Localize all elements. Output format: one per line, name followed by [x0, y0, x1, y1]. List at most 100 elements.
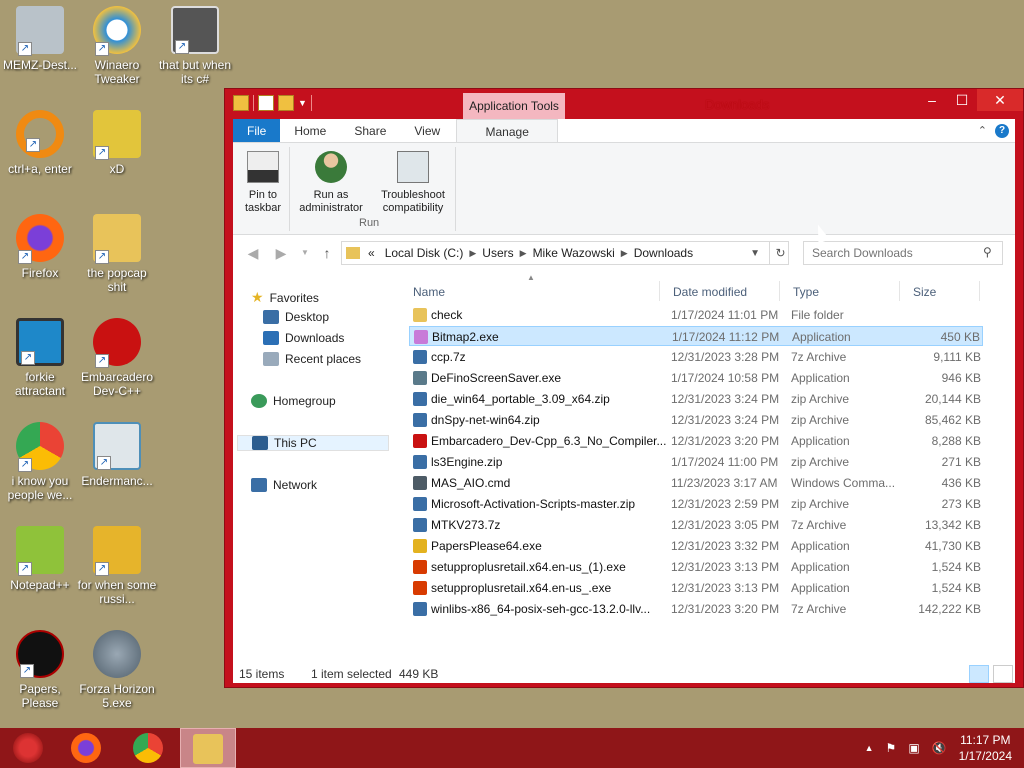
tab-home[interactable]: Home [280, 119, 340, 142]
customize-toolbar-icon[interactable]: ▼ [298, 98, 307, 108]
file-date: 12/31/2023 3:13 PM [671, 560, 780, 574]
file-type: Application [791, 371, 850, 385]
recent-locations-icon[interactable]: ▼ [295, 243, 315, 263]
breadcrumb-user[interactable]: Mike Wazowski [527, 246, 621, 260]
desktop-icon-hxd[interactable]: ↗ xD [77, 110, 157, 176]
show-hidden-icons-icon[interactable]: ▲ [865, 743, 874, 753]
desktop-icon-forkie[interactable]: ↗ forkie attractant [0, 318, 80, 398]
file-size: 41,730 KB [924, 539, 981, 553]
back-button[interactable]: ◀ [243, 243, 263, 263]
desktop-icon-forza[interactable]: Forza Horizon 5.exe [77, 630, 157, 710]
chevron-down-icon[interactable]: ▼ [750, 248, 760, 259]
desktop-icon-firefox[interactable]: ↗ Firefox [0, 214, 80, 280]
file-row[interactable]: Embarcadero_Dev-Cpp_6.3_No_Compiler... 12… [409, 431, 983, 451]
file-row[interactable]: MTKV273.7z 12/31/2023 3:05 PM 7z Archive 13… [409, 515, 983, 535]
file-row[interactable]: Microsoft-Activation-Scripts-master.zip 1… [409, 494, 983, 514]
file-row[interactable]: ccp.7z 12/31/2023 3:28 PM 7z Archive 9,111 … [409, 347, 983, 367]
tab-view[interactable]: View [400, 119, 454, 142]
help-icon[interactable]: ? [995, 123, 1009, 138]
nav-this-pc[interactable]: This PC [237, 435, 389, 451]
pin-to-taskbar-button[interactable]: Pin to taskbar [239, 151, 287, 215]
new-folder-icon[interactable] [278, 95, 294, 111]
run-as-admin-button[interactable]: Run as administrator [291, 151, 371, 215]
system-tray: ▲ ⚑ ▣ 🔇 11:17 PM 1/17/2024 [865, 728, 1024, 768]
address-bar[interactable]: « Local Disk (C:) ▶ Users ▶ Mike Wazowsk… [341, 241, 789, 265]
close-button[interactable]: ✕ [977, 89, 1023, 111]
desktop-icon-winaero[interactable]: ↗ Winaero Tweaker [77, 6, 157, 86]
minimize-button[interactable]: – [917, 89, 947, 111]
column-header-size[interactable]: Size [913, 285, 936, 299]
file-row[interactable]: PapersPlease64.exe 12/31/2023 3:32 PM Appl… [409, 536, 983, 556]
desktop-icon-die[interactable]: ↗ for when some russi... [77, 526, 157, 606]
desktop-icon-popcap[interactable]: ↗ the popcap shit [77, 214, 157, 294]
column-header-date[interactable]: Date modified [673, 285, 747, 299]
search-input[interactable] [803, 241, 1003, 265]
tab-share[interactable]: Share [340, 119, 400, 142]
tab-file[interactable]: File [233, 119, 281, 142]
winaero-icon: ↗ [93, 6, 141, 56]
file-row[interactable]: die_win64_portable_3.09_x64.zip 12/31/202… [409, 389, 983, 409]
file-type: zip Archive [791, 413, 850, 427]
file-row[interactable]: Bitmap2.exe 1/17/2024 11:12 PM Application… [409, 326, 983, 346]
context-tab-label: Application Tools [463, 93, 565, 119]
column-header-type[interactable]: Type [793, 285, 819, 299]
file-row[interactable]: DeFinoScreenSaver.exe 1/17/2024 10:58 PM A… [409, 368, 983, 388]
tab-manage[interactable]: Manage [456, 119, 559, 142]
desktop-icon-enderman[interactable]: ↗ Endermanc... [77, 422, 157, 488]
file-type: Application [791, 539, 850, 553]
refresh-button[interactable]: ↻ [769, 241, 791, 265]
column-header-name[interactable]: Name [413, 285, 445, 299]
nav-downloads[interactable]: Downloads [263, 331, 344, 345]
notepadpp-icon: ↗ [16, 526, 64, 576]
nav-recent[interactable]: Recent places [263, 352, 361, 366]
desktop-icon-memz[interactable]: ↗ MEMZ-Dest... [0, 6, 80, 72]
file-row[interactable]: check 1/17/2024 11:01 PM File folder [409, 305, 983, 325]
taskbar-chrome[interactable] [120, 728, 176, 768]
desktop-icon-csharp[interactable]: ↗ that but when its c# [155, 6, 235, 86]
troubleshoot-button[interactable]: Troubleshoot compatibility [373, 151, 453, 215]
up-button[interactable]: ↑ [317, 243, 337, 263]
large-icons-view-button[interactable] [993, 665, 1013, 683]
file-row[interactable]: ls3Engine.zip 1/17/2024 11:00 PM zip Archi… [409, 452, 983, 472]
action-center-flag-icon[interactable]: ⚑ [886, 741, 897, 755]
breadcrumb-local-disk[interactable]: Local Disk (C:) [379, 246, 470, 260]
nav-favorites[interactable]: ★ Favorites [251, 289, 319, 306]
file-row[interactable]: winlibs-x86_64-posix-seh-gcc-13.2.0-llv.… [409, 599, 983, 619]
forward-button[interactable]: ▶ [271, 243, 291, 263]
breadcrumb-downloads[interactable]: Downloads [628, 246, 699, 260]
collapse-ribbon-icon[interactable]: ⌃ [978, 124, 987, 137]
title-bar[interactable]: ▼ Application Tools Downloads – ☐ ✕ [225, 89, 1023, 119]
taskbar-explorer[interactable] [180, 728, 236, 768]
desktop-icon-devcpp[interactable]: ↗ Embarcadero Dev-C++ [77, 318, 157, 398]
file-row[interactable]: MAS_AIO.cmd 11/23/2023 3:17 AM Windows Com… [409, 473, 983, 493]
file-row[interactable]: dnSpy-net-win64.zip 12/31/2023 3:24 PM zip… [409, 410, 983, 430]
desktop-icon-papers[interactable]: ↗ Papers, Please [0, 630, 80, 710]
taskbar-firefox[interactable] [58, 728, 114, 768]
desktop-icon-chrome[interactable]: ↗ i know you people we... [0, 422, 80, 502]
properties-icon[interactable] [258, 95, 274, 111]
volume-muted-icon[interactable]: 🔇 [932, 741, 947, 755]
desktop-icon-notepadpp[interactable]: ↗ Notepad++ [0, 526, 80, 592]
nav-desktop[interactable]: Desktop [263, 310, 329, 324]
maximize-button[interactable]: ☐ [947, 89, 977, 111]
file-size: 8,288 KB [931, 434, 981, 448]
file-row[interactable]: setupproplusretail.x64.en-us_.exe 12/31/2… [409, 578, 983, 598]
nav-network[interactable]: Network [251, 478, 317, 492]
network-icon[interactable]: ▣ [908, 741, 919, 755]
sort-indicator-icon: ▲ [527, 273, 535, 282]
nav-homegroup[interactable]: Homegroup [251, 394, 336, 408]
app-icon[interactable] [233, 95, 249, 111]
file-row[interactable]: setupproplusretail.x64.en-us_(1).exe 12/3… [409, 557, 983, 577]
chevron-right-icon[interactable]: ▶ [621, 248, 628, 259]
chevron-right-icon[interactable]: ▶ [469, 248, 476, 259]
details-view-button[interactable] [969, 665, 989, 683]
file-type: File folder [791, 308, 844, 322]
breadcrumb-users[interactable]: Users [476, 246, 519, 260]
nav-label: Network [273, 478, 318, 492]
breadcrumb-overflow[interactable]: « [364, 246, 379, 260]
clock[interactable]: 11:17 PM 1/17/2024 [959, 732, 1012, 764]
desktop-icon-search[interactable]: ↗ ctrl+a, enter [0, 110, 80, 176]
search-icon[interactable]: ⚲ [983, 245, 992, 259]
chevron-right-icon[interactable]: ▶ [520, 248, 527, 259]
start-button[interactable] [0, 728, 56, 768]
